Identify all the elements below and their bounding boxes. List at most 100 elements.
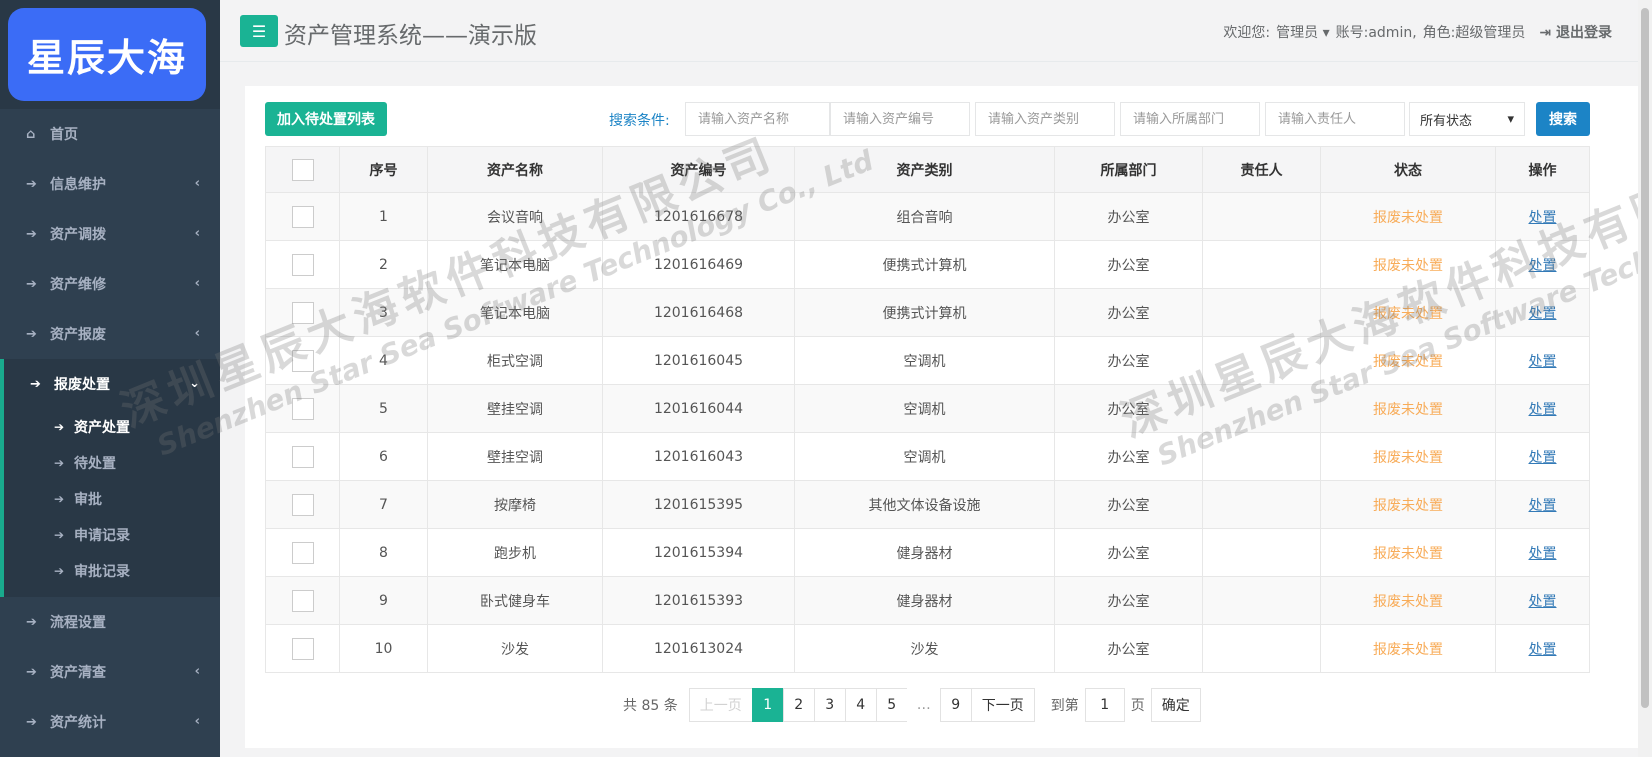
row-checkbox[interactable] [291,301,314,324]
logo: 星辰大海 [8,8,206,101]
table-row: 7 按摩椅 1201615395 其他文体设备设施 办公室 报废未处置 处置 [265,480,1590,529]
cell-no-text: 8 [379,544,388,561]
dispose-link[interactable]: 处置 [1529,258,1557,274]
asset-name-input[interactable] [685,102,830,136]
sidebar-item-label: 资产报废 [50,327,106,343]
cell-status-text: 报废未处置 [1373,257,1443,274]
page-scrollbar[interactable] [1638,0,1652,757]
checkbox-cell [265,480,340,529]
dispose-link[interactable]: 处置 [1529,642,1557,658]
dispose-link[interactable]: 处置 [1529,354,1557,370]
sidebar-item-asset-scrap[interactable]: ➔ 资产报废 ‹ [0,309,220,359]
page-5-button[interactable]: 5 [875,688,908,722]
cell-no: 4 [339,336,428,385]
user-role-dropdown[interactable]: 管理员 ▾ [1276,22,1329,42]
row-checkbox[interactable] [291,253,314,276]
sidebar-subitem-approval-records[interactable]: ➔ 审批记录 [4,553,220,589]
prev-page-button[interactable]: 上一页 [688,688,753,722]
cell-operation: 处置 [1495,576,1590,625]
dispose-link[interactable]: 处置 [1529,546,1557,562]
last-page-button[interactable]: 9 [939,688,972,722]
asset-code-input[interactable] [830,102,970,136]
scrollbar-thumb[interactable] [1641,8,1649,708]
cell-owner [1202,192,1321,241]
cell-asset-name-text: 笔记本电脑 [480,257,550,274]
sidebar-subitem-apply-records[interactable]: ➔ 申请记录 [4,517,220,553]
search-button[interactable]: 搜索 [1536,102,1590,136]
department-input[interactable] [1120,102,1260,136]
dispose-link[interactable]: 处置 [1529,450,1557,466]
role-text: 角色:超级管理员 [1422,25,1526,41]
select-all-checkbox[interactable] [291,158,314,181]
cell-asset-name-text: 卧式健身车 [480,593,550,610]
sidebar-item-asset-statistics[interactable]: ➔ 资产统计 ‹ [0,697,220,747]
sidebar-subitem-approval[interactable]: ➔ 审批 [4,481,220,517]
sidebar-item-label: 流程设置 [50,615,106,631]
cell-asset-category: 其他文体设备设施 [794,480,1055,529]
row-checkbox[interactable] [291,637,314,660]
dispose-link[interactable]: 处置 [1529,210,1557,226]
status-select[interactable]: 所有状态 ▾ [1409,102,1525,136]
cell-asset-category-text: 便携式计算机 [882,257,967,274]
asset-category-input[interactable] [975,102,1115,136]
menu-toggle-button[interactable]: ☰ [240,15,278,47]
row-checkbox[interactable] [291,205,314,228]
page-1-button[interactable]: 1 [751,688,784,722]
cell-department: 办公室 [1054,336,1203,385]
cell-owner [1202,384,1321,433]
cell-asset-name-text: 沙发 [501,641,529,658]
sidebar-item-asset-inventory[interactable]: ➔ 资产清查 ‹ [0,647,220,697]
dispose-link[interactable]: 处置 [1529,306,1557,322]
checkbox-cell [265,336,340,385]
sidebar-item-asset-repair[interactable]: ➔ 资产维修 ‹ [0,259,220,309]
cell-asset-category: 组合音响 [794,192,1055,241]
sidebar-item-scrap-disposal[interactable]: ➔ 报废处置 ⌄ [4,359,220,409]
checkbox-cell [265,384,340,433]
page-3-button[interactable]: 3 [813,688,846,722]
row-checkbox[interactable] [291,397,314,420]
goto-confirm-button[interactable]: 确定 [1150,688,1201,722]
arrow-right-icon: ➔ [30,376,41,392]
row-checkbox[interactable] [291,589,314,612]
owner-input[interactable] [1265,102,1405,136]
sidebar-item-info-maintenance[interactable]: ➔ 信息维护 ‹ [0,159,220,209]
chevron-down-icon: ⌄ [189,376,200,391]
cell-operation: 处置 [1495,432,1590,481]
cell-asset-name: 柜式空调 [427,336,603,385]
arrow-right-icon: ➔ [54,420,65,434]
sidebar-item-asset-transfer[interactable]: ➔ 资产调拨 ‹ [0,209,220,259]
logout-link[interactable]: ⇥ 退出登录 [1539,22,1612,42]
dispose-link[interactable]: 处置 [1529,594,1557,610]
sidebar-item-label: 报废处置 [54,377,110,393]
cell-asset-code-text: 1201616043 [653,448,744,465]
cell-no-text: 7 [379,496,388,513]
cell-asset-code: 1201615394 [602,528,795,577]
row-checkbox[interactable] [291,445,314,468]
sidebar-item-process-settings[interactable]: ➔ 流程设置 [0,597,220,647]
add-to-pending-button[interactable]: 加入待处置列表 [265,102,387,136]
cell-owner [1202,480,1321,529]
cell-owner [1202,336,1321,385]
content-panel: 加入待处置列表 搜索条件: 所有状态 ▾ 搜索 序号 资产名称 资产编号 资产类… [245,86,1640,748]
sidebar-subitem-pending[interactable]: ➔ 待处置 [4,445,220,481]
row-checkbox[interactable] [291,493,314,516]
table-row: 4 柜式空调 1201616045 空调机 办公室 报废未处置 处置 [265,336,1590,385]
row-checkbox[interactable] [291,349,314,372]
page-2-button[interactable]: 2 [782,688,815,722]
dispose-link[interactable]: 处置 [1529,498,1557,514]
chevron-left-icon: ‹ [194,326,200,341]
next-page-button[interactable]: 下一页 [970,688,1035,722]
cell-no: 7 [339,480,428,529]
dispose-link[interactable]: 处置 [1529,402,1557,418]
arrow-right-icon: ➔ [26,226,37,242]
sidebar-item-label: 资产维修 [50,277,106,293]
cell-status: 报废未处置 [1320,432,1496,481]
sign-out-icon: ⇥ [1539,25,1552,41]
sidebar-item-home[interactable]: ⌂ 首页 [0,109,220,159]
cell-status: 报废未处置 [1320,336,1496,385]
sidebar-subitem-asset-disposal[interactable]: ➔ 资产处置 [4,409,220,445]
page-4-button[interactable]: 4 [844,688,877,722]
goto-page-input[interactable] [1084,688,1125,722]
cell-no: 6 [339,432,428,481]
row-checkbox[interactable] [291,541,314,564]
